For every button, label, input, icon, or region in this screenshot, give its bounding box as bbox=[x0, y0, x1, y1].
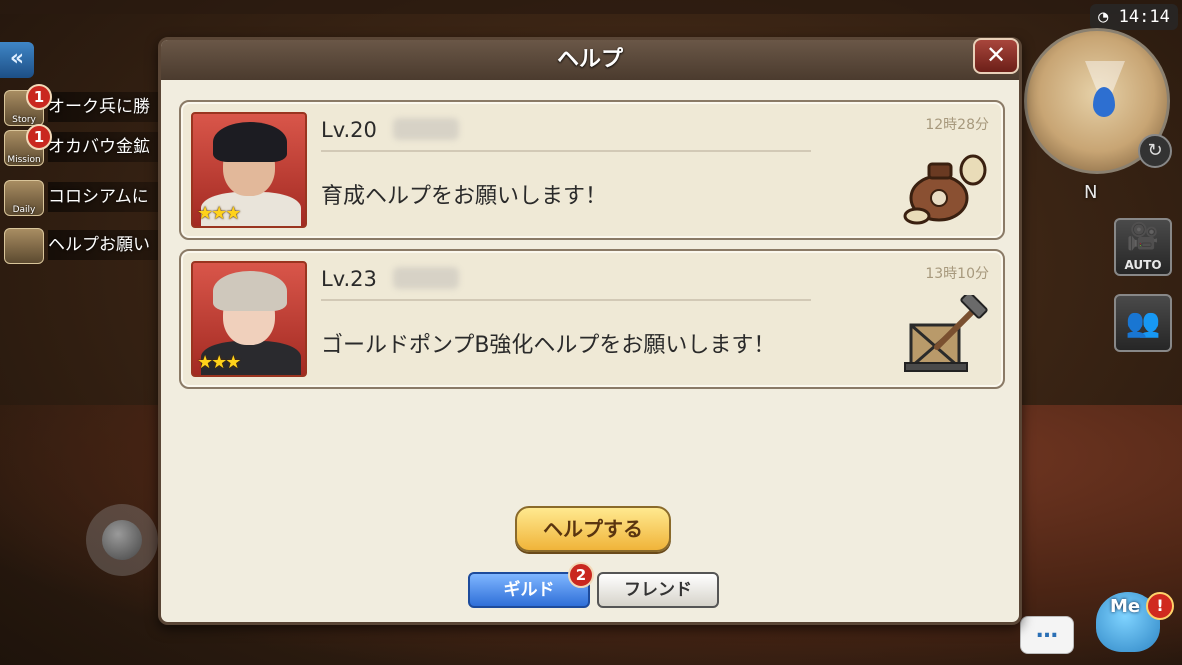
avatar: ★★★ bbox=[191, 261, 307, 377]
guild-count-badge: 2 bbox=[568, 562, 594, 588]
quest-badge: 1 bbox=[26, 84, 52, 110]
quest-text: コロシアムに bbox=[48, 182, 168, 212]
player-name-redacted bbox=[393, 267, 459, 289]
double-chevron-left-icon: « bbox=[9, 46, 25, 71]
quest-text: オカバウ金鉱 bbox=[48, 132, 168, 162]
clock-icon: ◔ bbox=[1098, 7, 1109, 27]
close-icon: ✕ bbox=[985, 41, 1007, 69]
request-time: 13時10分 bbox=[925, 266, 989, 282]
daily-icon: Daily bbox=[4, 180, 44, 216]
help-action-button[interactable]: ヘルプする bbox=[515, 506, 671, 552]
avatar-hair bbox=[213, 271, 287, 311]
help-request-card[interactable]: ★★★ Lv.23 13時10分 ゴールドポンプB強化ヘルプをお願いします！ bbox=[179, 249, 1005, 389]
tab-friend[interactable]: フレンド bbox=[597, 572, 719, 608]
rarity-stars: ★★★ bbox=[197, 352, 241, 373]
joystick-knob[interactable] bbox=[102, 520, 142, 560]
chat-button[interactable]: … bbox=[1020, 616, 1074, 654]
player-name-redacted bbox=[393, 118, 459, 140]
player-location-icon bbox=[1093, 87, 1115, 117]
party-icon: 👥 bbox=[1125, 306, 1161, 339]
rotate-icon: ↻ bbox=[1147, 140, 1163, 161]
help-quest-icon bbox=[4, 228, 44, 264]
quest-item-daily[interactable]: Daily コロシアムに bbox=[4, 178, 168, 218]
quest-item-mission[interactable]: Mission オカバウ金鉱 1 bbox=[4, 124, 168, 168]
request-message: 育成ヘルプをお願いします！ bbox=[321, 184, 608, 209]
auto-button[interactable]: 🎥 AUTO bbox=[1114, 218, 1172, 276]
request-time: 12時28分 bbox=[925, 117, 989, 133]
rotate-map-button[interactable]: ↻ bbox=[1138, 134, 1172, 168]
crate-hammer-icon bbox=[904, 295, 988, 372]
request-message: ゴールドポンプB強化ヘルプをお願いします！ bbox=[321, 333, 776, 358]
rarity-stars: ★★★ bbox=[197, 203, 241, 224]
divider bbox=[321, 299, 811, 301]
party-button[interactable]: 👥 bbox=[1114, 294, 1172, 352]
alert-badge: ! bbox=[1146, 592, 1174, 620]
me-button[interactable]: Me ! bbox=[1090, 582, 1174, 662]
compass-north: N bbox=[1084, 182, 1098, 203]
auto-label: AUTO bbox=[1124, 258, 1162, 272]
dialog-header: ヘルプ bbox=[161, 40, 1019, 80]
player-level: Lv.23 bbox=[321, 267, 377, 291]
clock-time: 14:14 bbox=[1118, 7, 1170, 27]
close-button[interactable]: ✕ bbox=[973, 38, 1019, 74]
divider bbox=[321, 150, 811, 152]
quest-text: オーク兵に勝 bbox=[48, 92, 168, 122]
player-level: Lv.20 bbox=[321, 118, 377, 142]
help-request-card[interactable]: ★★★ Lv.20 12時28分 育成ヘルプをお願いします！ bbox=[179, 100, 1005, 240]
chat-icon: … bbox=[1036, 618, 1058, 643]
background-beam bbox=[0, 0, 1182, 14]
collapse-quests-button[interactable]: « bbox=[0, 42, 34, 78]
quest-text: ヘルプお願い bbox=[48, 230, 168, 260]
dialog-title: ヘルプ bbox=[556, 47, 623, 72]
virtual-joystick[interactable] bbox=[86, 500, 158, 580]
avatar: ★★★ bbox=[191, 112, 307, 228]
avatar-hair bbox=[213, 122, 287, 162]
camera-icon: 🎥 bbox=[1126, 222, 1160, 252]
clock: ◔ 14:14 bbox=[1090, 4, 1178, 30]
me-label: Me bbox=[1110, 596, 1141, 617]
help-dialog: ヘルプ ★★★ Lv.20 12時28分 育成ヘルプをお願いします！ ★★★ L… bbox=[158, 37, 1022, 625]
quest-item-help[interactable]: ヘルプお願い bbox=[4, 226, 168, 266]
pot-icon bbox=[903, 154, 987, 225]
quest-item-story[interactable]: Story オーク兵に勝 1 bbox=[4, 84, 168, 128]
quest-badge: 1 bbox=[26, 124, 52, 150]
